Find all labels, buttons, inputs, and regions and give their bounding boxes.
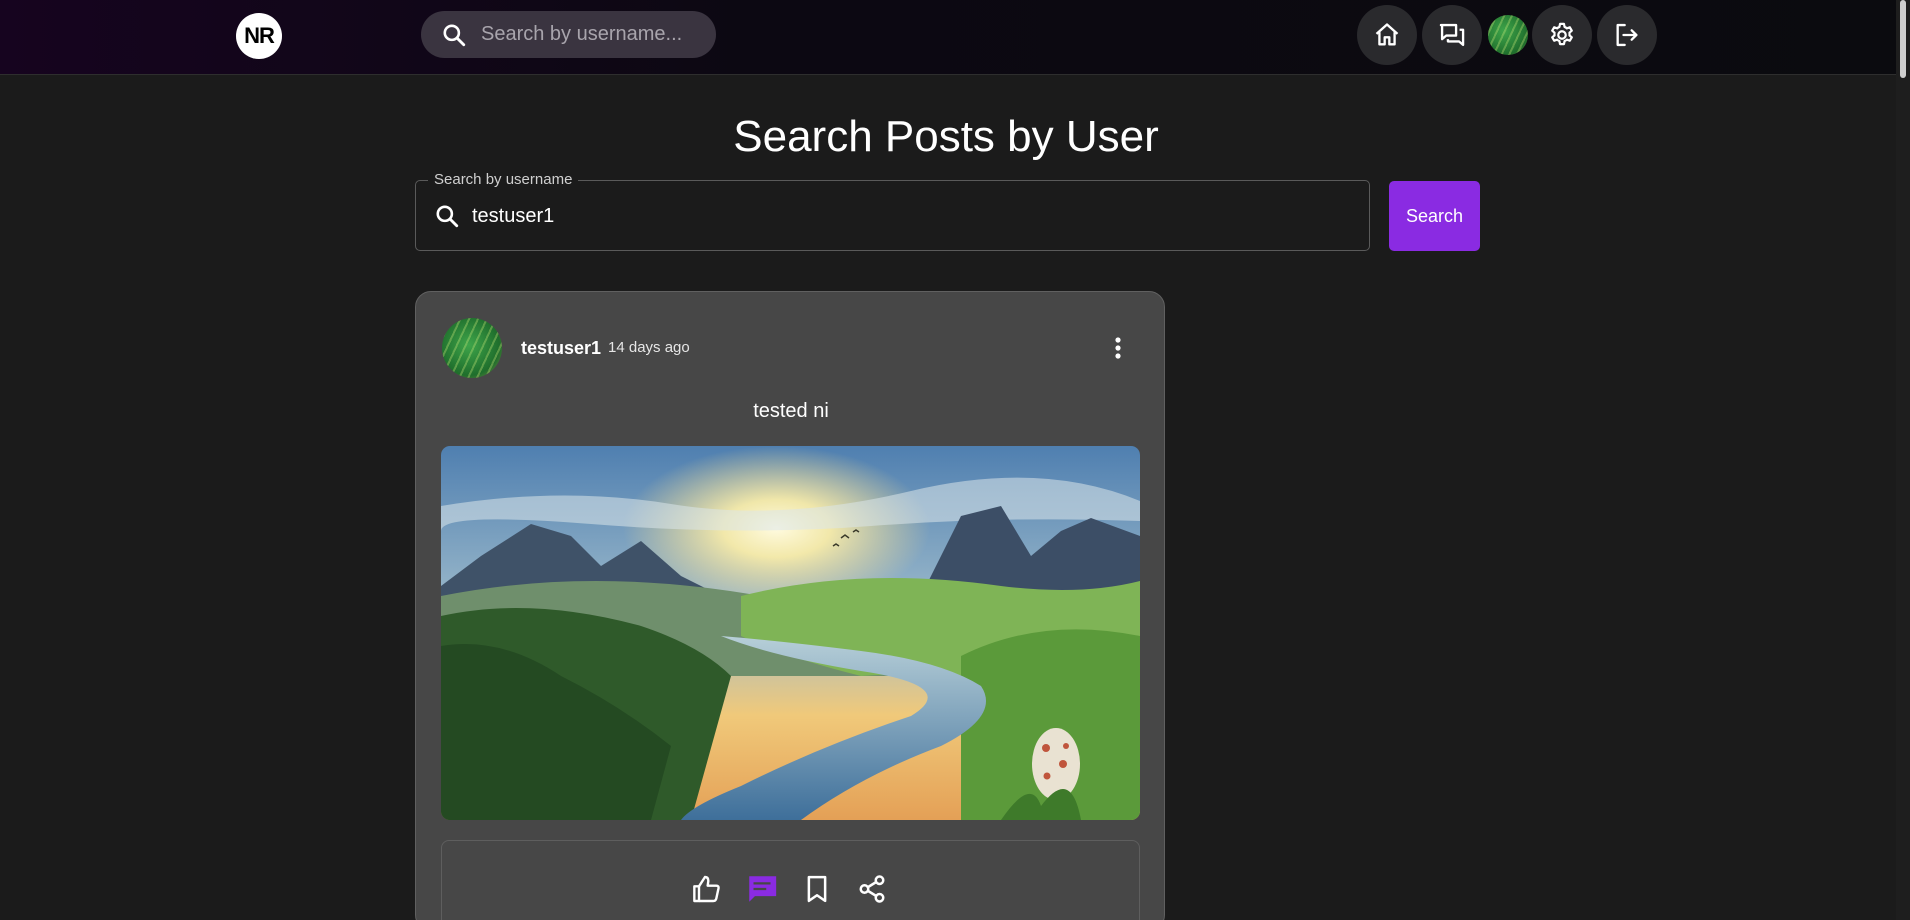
search-icon: [436, 205, 459, 228]
username-search-input[interactable]: [472, 199, 1332, 233]
avatar[interactable]: [442, 318, 502, 378]
settings-button[interactable]: [1532, 5, 1592, 65]
post-username[interactable]: testuser1: [521, 338, 601, 359]
more-vert-icon: [1115, 337, 1121, 359]
post-caption: tested ni: [753, 400, 829, 422]
more-options-button[interactable]: [1104, 330, 1132, 366]
gear-icon: [1551, 22, 1573, 46]
username-search-field[interactable]: Search by username: [415, 171, 1370, 251]
scrollbar-thumb[interactable]: [1900, 0, 1906, 78]
home-button[interactable]: [1357, 5, 1417, 65]
top-navbar: NR: [0, 0, 1896, 75]
like-button[interactable]: [689, 871, 725, 907]
landscape-illustration: [441, 446, 1140, 820]
logout-icon: [1616, 23, 1638, 47]
page-scrollbar[interactable]: [1896, 0, 1910, 920]
messages-button[interactable]: [1422, 5, 1482, 65]
post-actions-bar: [441, 840, 1140, 920]
comment-icon: [747, 876, 777, 902]
post-image[interactable]: [441, 446, 1140, 820]
search-icon: [443, 23, 466, 46]
header-search-input[interactable]: [481, 23, 681, 46]
bookmark-button[interactable]: [799, 871, 835, 907]
post-card: testuser1 14 days ago tested ni: [415, 291, 1165, 920]
share-icon: [859, 875, 885, 903]
username-search-label: Search by username: [428, 171, 579, 188]
bookmark-icon: [807, 875, 827, 903]
home-icon: [1375, 23, 1399, 46]
logo[interactable]: NR: [236, 13, 282, 59]
page-title: Search Posts by User: [733, 112, 1159, 161]
search-button[interactable]: Search: [1389, 181, 1480, 251]
logout-button[interactable]: [1597, 5, 1657, 65]
share-button[interactable]: [854, 871, 890, 907]
header-search[interactable]: [421, 11, 716, 58]
comment-button[interactable]: [744, 871, 780, 907]
post-timestamp: 14 days ago: [608, 339, 690, 356]
profile-avatar[interactable]: [1488, 15, 1528, 55]
messages-icon: [1439, 23, 1465, 47]
like-icon: [693, 875, 720, 903]
